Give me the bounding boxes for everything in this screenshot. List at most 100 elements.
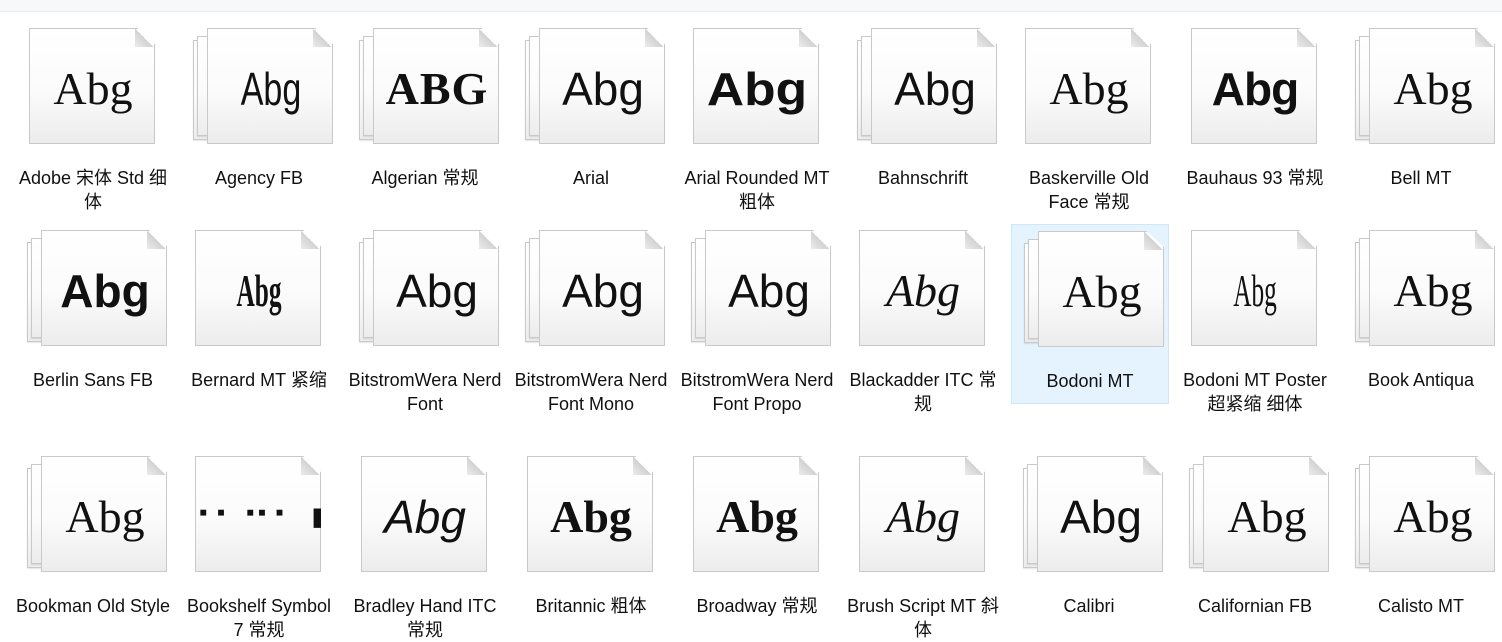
- font-item[interactable]: Abg Book Antiqua: [1343, 224, 1501, 404]
- font-sample-preview: Abg: [65, 491, 145, 542]
- font-family-icon: Abg: [1355, 28, 1497, 150]
- font-item[interactable]: Abg Bodoni MT: [1011, 224, 1169, 404]
- page-front-icon: Abg: [361, 456, 487, 572]
- font-name-label: Calisto MT: [1377, 596, 1464, 616]
- font-file-icon: Abg: [857, 230, 999, 352]
- font-item[interactable]: Abg Berlin Sans FB: [15, 224, 173, 404]
- font-item[interactable]: Abg Bradley Hand ITC 常规: [347, 450, 505, 640]
- font-grid: Abg Adobe 宋体 Std 细体 Abg Agency FB ABG Algeria…: [0, 0, 1502, 640]
- font-item[interactable]: Abg Agency FB: [181, 22, 339, 202]
- font-family-icon: Abg: [1189, 456, 1331, 578]
- font-name-label: Calibri: [1063, 596, 1115, 616]
- font-item[interactable]: Abg Bauhaus 93 常规: [1177, 22, 1335, 202]
- page-front-icon: Abg: [1369, 230, 1495, 346]
- font-family-icon: Abg: [1024, 231, 1166, 353]
- font-sample-preview: ABG: [385, 63, 489, 114]
- font-item[interactable]: Abg Bookman Old Style: [15, 450, 173, 630]
- font-file-icon: Abg: [691, 456, 833, 578]
- font-sample-preview: Abg: [885, 265, 961, 316]
- font-name-label: Bookman Old Style: [15, 596, 171, 616]
- font-item[interactable]: Abg BitstromWera Nerd Font Mono: [513, 224, 671, 414]
- font-item[interactable]: Abg Arial: [513, 22, 671, 202]
- font-item[interactable]: ABG Algerian 常规: [347, 22, 505, 202]
- page-front-icon: Abg: [693, 28, 819, 144]
- page-front-icon: Abg: [693, 456, 819, 572]
- font-item[interactable]: Abg Calibri: [1011, 450, 1169, 630]
- font-name-label: BitstromWera Nerd Font Mono: [514, 370, 668, 414]
- font-name-label: Agency FB: [214, 168, 304, 188]
- font-item[interactable]: Abg BitstromWera Nerd Font Propo: [679, 224, 837, 414]
- font-item[interactable]: Abg Bernard MT 紧缩: [181, 224, 339, 404]
- font-item[interactable]: Abg Bell MT: [1343, 22, 1501, 202]
- font-item[interactable]: Abg Calisto MT: [1343, 450, 1501, 630]
- font-item[interactable]: Abg Brush Script MT 斜体: [845, 450, 1003, 640]
- font-sample-preview: Abg: [236, 265, 282, 316]
- font-file-icon: Abg: [1023, 28, 1165, 150]
- font-sample-preview: Abg: [885, 491, 961, 542]
- page-front-icon: Abg: [195, 230, 321, 346]
- font-name-label: Bahnschrift: [877, 168, 969, 188]
- font-sample-preview: Abg: [1233, 265, 1277, 316]
- font-sample-preview: Abg: [60, 265, 150, 317]
- font-item[interactable]: ⠐⠂⠒⠂ ■ Bookshelf Symbol 7 常规: [181, 450, 339, 640]
- font-item[interactable]: Abg Bodoni MT Poster 超紧缩 细体: [1177, 224, 1335, 414]
- font-name-label: Bodoni MT Poster 超紧缩 细体: [1183, 370, 1327, 414]
- font-family-icon: Abg: [525, 28, 667, 150]
- font-family-icon: Abg: [857, 28, 999, 150]
- font-name-label: Bell MT: [1390, 168, 1452, 188]
- font-item[interactable]: Abg Britannic 粗体: [513, 450, 671, 630]
- font-file-icon: Abg: [1189, 28, 1331, 150]
- font-family-icon: Abg: [193, 28, 335, 150]
- font-name-label: Californian FB: [1197, 596, 1313, 616]
- page-front-icon: Abg: [539, 28, 665, 144]
- page-front-icon: Abg: [373, 230, 499, 346]
- font-sample-preview: Abg: [1393, 265, 1473, 316]
- font-file-icon: Abg: [525, 456, 667, 578]
- font-file-icon: ABG: [359, 28, 501, 150]
- page-front-icon: ⠐⠂⠒⠂ ■: [195, 456, 321, 572]
- font-name-label: Bookshelf Symbol 7 常规: [186, 596, 332, 640]
- font-sample-preview: Abg: [384, 491, 466, 543]
- font-item[interactable]: Abg Baskerville Old Face 常规: [1011, 22, 1169, 212]
- page-front-icon: Abg: [527, 456, 653, 572]
- page-front-icon: Abg: [41, 456, 167, 572]
- font-name-label: Brush Script MT 斜体: [847, 596, 999, 640]
- font-item[interactable]: Abg Californian FB: [1177, 450, 1335, 630]
- font-sample-preview: Abg: [1062, 266, 1142, 317]
- page-front-icon: Abg: [859, 230, 985, 346]
- font-name-label: Baskerville Old Face 常规: [1028, 168, 1150, 212]
- page-front-icon: Abg: [1369, 456, 1495, 572]
- font-sample-preview: Abg: [562, 63, 644, 115]
- font-file-icon: Abg: [1189, 230, 1331, 352]
- font-file-icon: Abg: [857, 456, 999, 578]
- font-sample-preview: Abg: [1060, 491, 1142, 543]
- font-sample-preview: Abg: [53, 63, 133, 114]
- font-name-label: Bodoni MT: [1046, 371, 1134, 391]
- font-name-label: Adobe 宋体 Std 细体: [18, 168, 168, 212]
- page-front-icon: Abg: [539, 230, 665, 346]
- font-sample-preview: Abg: [1227, 491, 1307, 542]
- font-file-icon: Abg: [359, 456, 501, 578]
- page-front-icon: Abg: [859, 456, 985, 572]
- font-item[interactable]: Abg Blackadder ITC 常规: [845, 224, 1003, 414]
- font-family-icon: Abg: [1355, 230, 1497, 352]
- font-name-label: Book Antiqua: [1367, 370, 1475, 390]
- font-name-label: Blackadder ITC 常规: [849, 370, 997, 414]
- font-sample-preview: Abg: [1049, 63, 1129, 114]
- page-front-icon: Abg: [1191, 230, 1317, 346]
- font-item[interactable]: Abg BitstromWera Nerd Font: [347, 224, 505, 414]
- font-name-label: Algerian 常规: [371, 168, 479, 188]
- page-front-icon: Abg: [1037, 456, 1163, 572]
- font-file-icon: ⠐⠂⠒⠂ ■: [193, 456, 335, 578]
- font-item[interactable]: Abg Bahnschrift: [845, 22, 1003, 202]
- page-front-icon: Abg: [871, 28, 997, 144]
- font-sample-preview: Abg: [240, 63, 302, 115]
- page-front-icon: Abg: [1038, 231, 1164, 347]
- font-sample-preview: Abg: [396, 265, 478, 317]
- font-item[interactable]: Abg Arial Rounded MT 粗体: [679, 22, 837, 212]
- font-family-icon: Abg: [1023, 456, 1165, 578]
- page-front-icon: Abg: [1025, 28, 1151, 144]
- font-family-icon: Abg: [27, 456, 169, 578]
- font-item[interactable]: Abg Broadway 常规: [679, 450, 837, 630]
- font-item[interactable]: Abg Adobe 宋体 Std 细体: [15, 22, 173, 212]
